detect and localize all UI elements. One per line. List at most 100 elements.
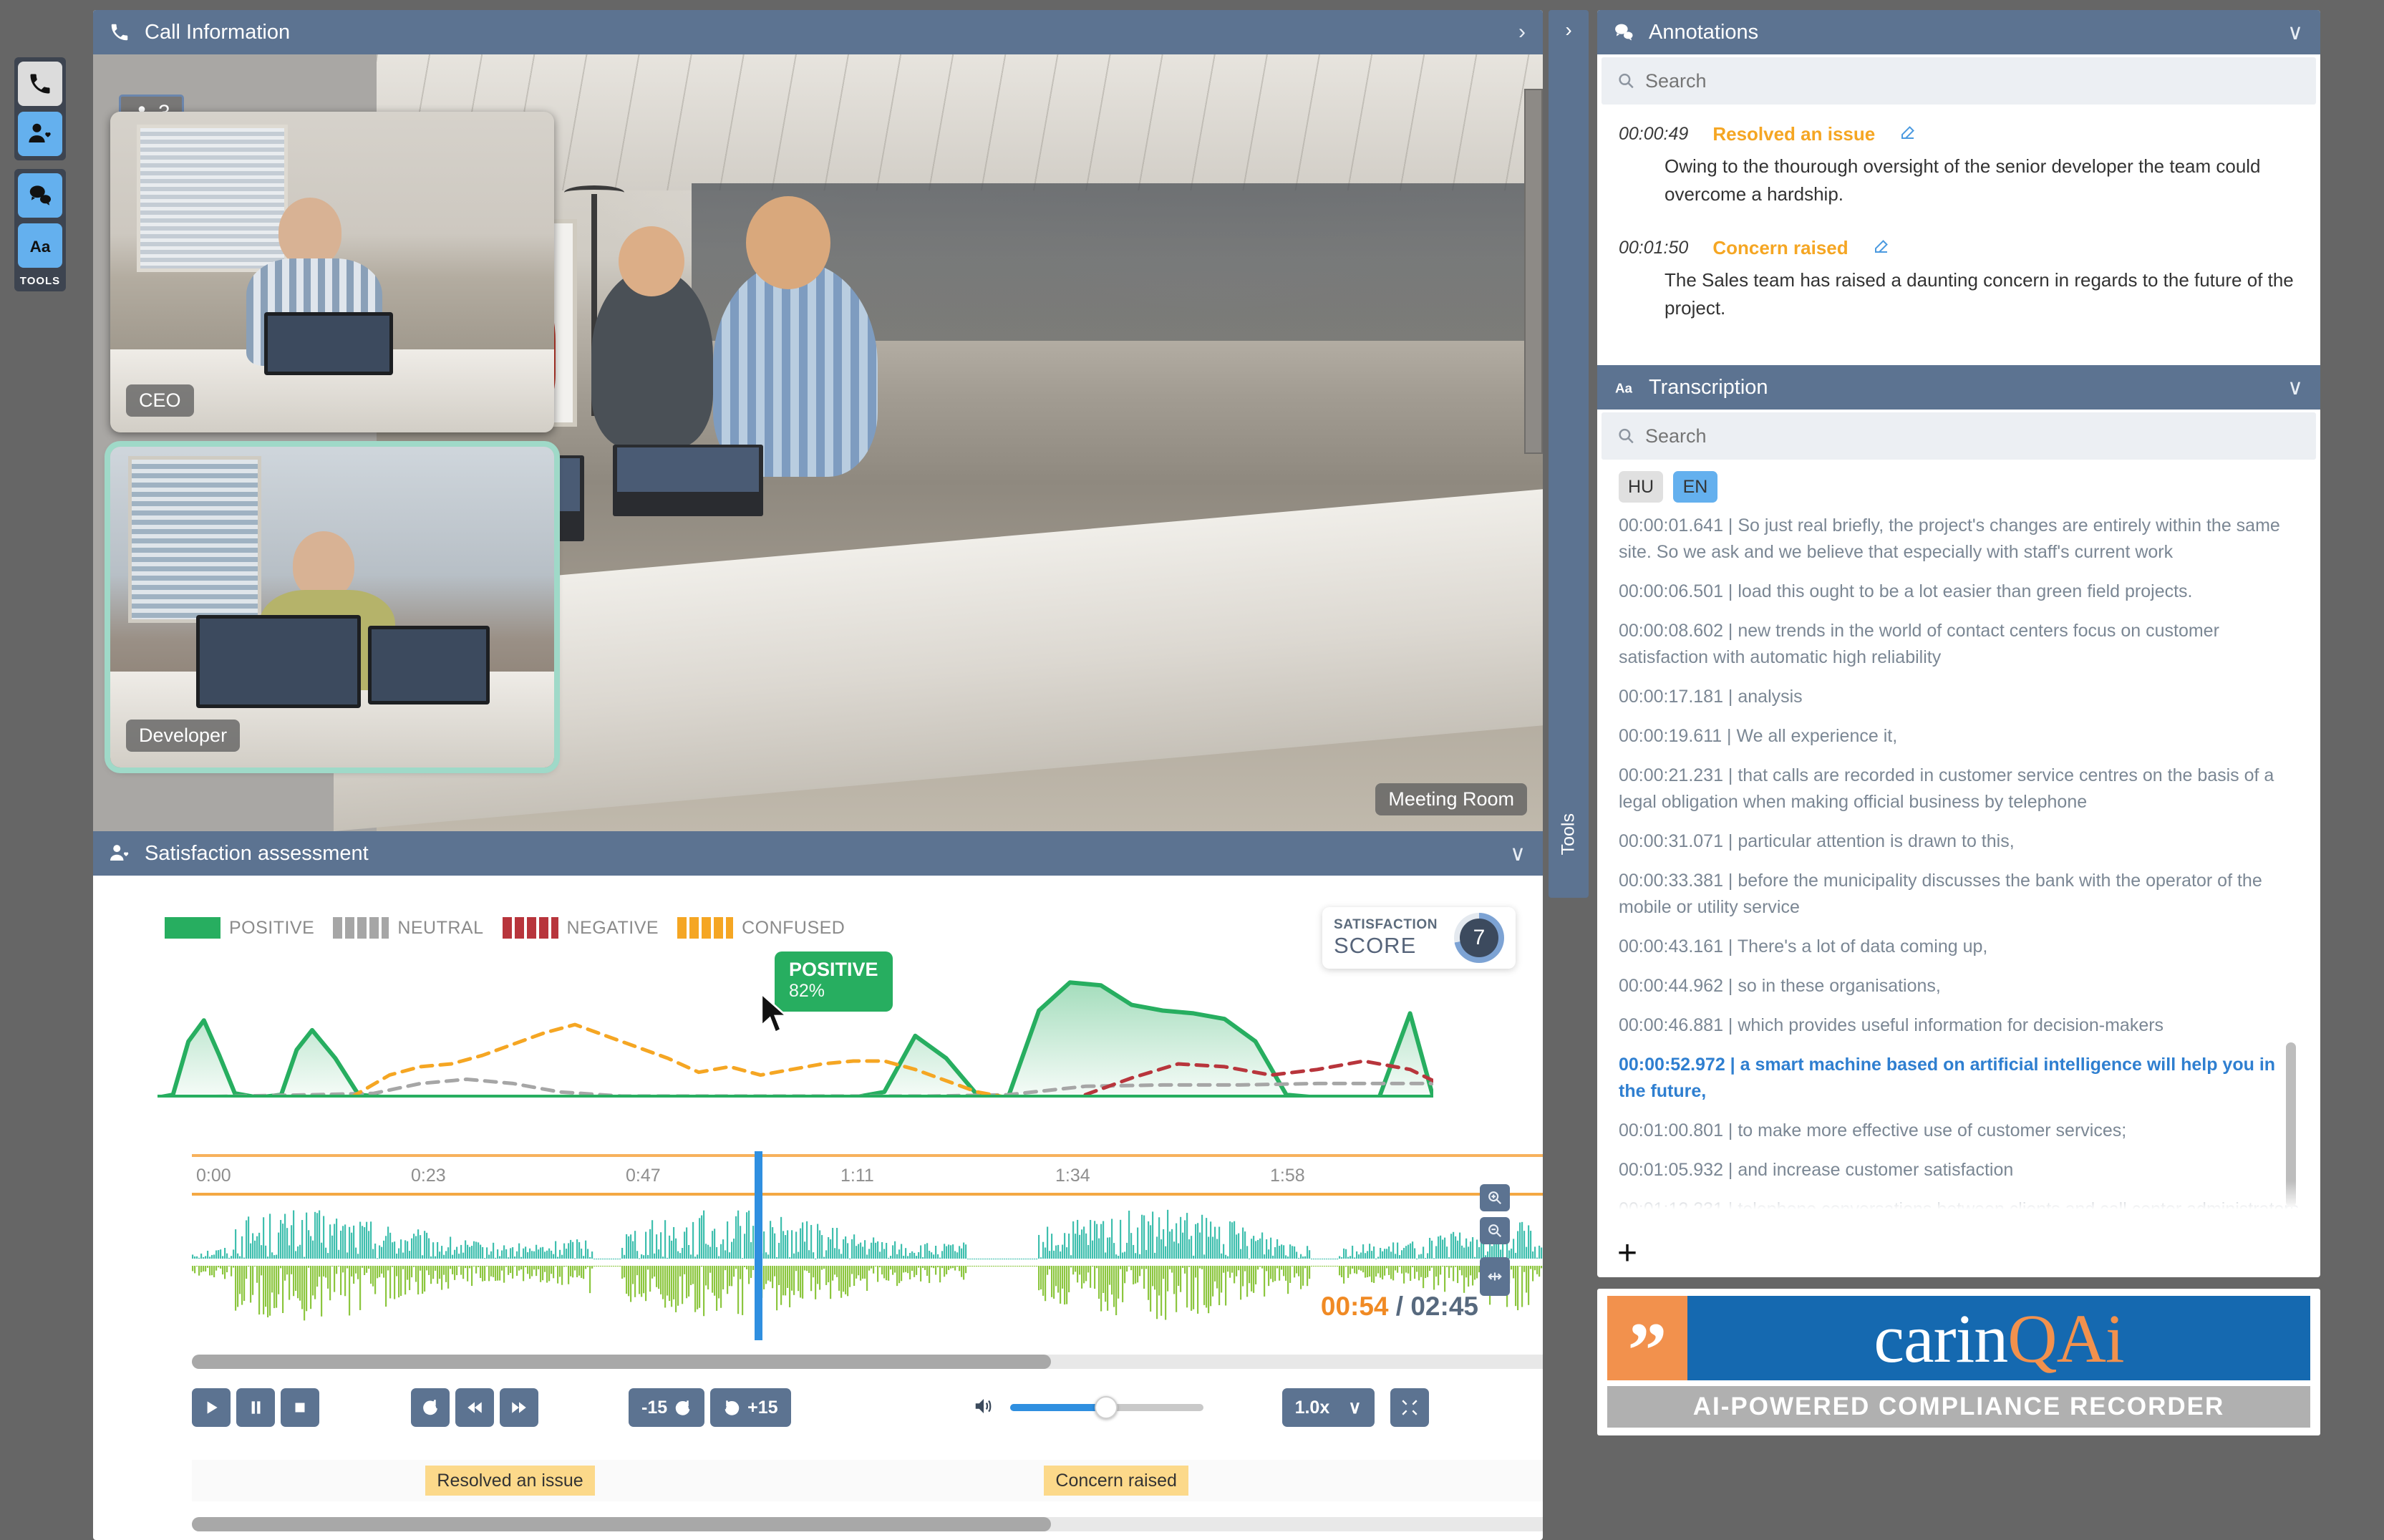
playhead[interactable] xyxy=(755,1151,762,1340)
transcription-line[interactable]: 00:00:33.381 | before the municipality d… xyxy=(1619,868,2303,921)
waveform-bar xyxy=(282,1224,284,1259)
waveform-bar xyxy=(772,1227,774,1259)
transcription-line[interactable]: 00:00:52.972 | a smart machine based on … xyxy=(1619,1052,2303,1105)
waveform-bar xyxy=(1476,1239,1478,1259)
language-button-en[interactable]: EN xyxy=(1673,471,1717,503)
add-transcription-button[interactable]: + xyxy=(1617,1236,1637,1270)
zoom-out-button[interactable] xyxy=(1480,1217,1510,1244)
fullscreen-button[interactable] xyxy=(1390,1388,1429,1427)
waveform-bar xyxy=(987,1266,989,1267)
transcription-line[interactable]: 00:00:01.641 | So just real briefly, the… xyxy=(1619,513,2303,566)
waveform-bar xyxy=(1135,1266,1137,1284)
waveform-bar xyxy=(774,1266,776,1277)
waveform-bar xyxy=(1154,1266,1156,1290)
annotation-scrollbar[interactable] xyxy=(192,1517,1543,1531)
waveform-bar xyxy=(372,1266,374,1287)
waveform-bar xyxy=(205,1266,207,1272)
transcription-icon-button[interactable]: Aa xyxy=(18,223,62,268)
waveform-bar xyxy=(746,1266,748,1269)
waveform-bar xyxy=(555,1266,557,1267)
waveform-bar xyxy=(1135,1253,1137,1259)
annotations-search-row[interactable] xyxy=(1602,57,2316,105)
video-thumbnail-developer[interactable]: Developer xyxy=(110,447,554,767)
transcription-line[interactable]: 00:01:05.932 | and increase customer sat… xyxy=(1619,1157,2303,1183)
expand-horizontal-button[interactable] xyxy=(1480,1257,1510,1296)
loop-button[interactable] xyxy=(411,1388,450,1427)
edit-annotation-button[interactable] xyxy=(1899,124,1917,145)
transcription-line[interactable]: 00:00:06.501 | load this ought to be a l… xyxy=(1619,578,2303,605)
scrollbar-thumb[interactable] xyxy=(192,1355,1051,1369)
skip-back-15-button[interactable]: -15 xyxy=(629,1388,705,1427)
collapse-transcription-icon[interactable]: ∨ xyxy=(2287,375,2303,400)
annotations-icon-button[interactable] xyxy=(18,173,62,218)
collapse-satisfaction-icon[interactable]: ∨ xyxy=(1510,841,1526,866)
waveform-bar xyxy=(1347,1266,1350,1278)
volume-slider[interactable] xyxy=(1009,1396,1203,1419)
waveform-bar xyxy=(939,1266,941,1283)
annotation-marker[interactable]: Resolved an issue xyxy=(425,1466,595,1496)
playback-speed-select[interactable]: 1.0x ∨ xyxy=(1281,1388,1375,1427)
volume-knob[interactable] xyxy=(1094,1396,1118,1419)
transport-group xyxy=(192,1388,319,1427)
annotations-search-input[interactable] xyxy=(1644,69,2300,92)
waveform-bar xyxy=(939,1257,941,1259)
transcription-line[interactable]: 00:00:46.881 | which provides useful inf… xyxy=(1619,1012,2303,1039)
waveform-bar xyxy=(1450,1266,1453,1268)
volume-icon[interactable] xyxy=(971,1395,996,1420)
forward-button[interactable] xyxy=(500,1388,538,1427)
playback-controls: -15 +15 1.0x ∨ xyxy=(192,1381,1543,1434)
annotation-timeline-track[interactable]: Resolved an issue Concern raised xyxy=(192,1460,1543,1501)
waveform-bar xyxy=(847,1266,849,1297)
video-scrollbar[interactable] xyxy=(1524,89,1543,454)
waveform-bar xyxy=(656,1234,658,1259)
transcription-line[interactable]: 00:00:08.602 | new trends in the world o… xyxy=(1619,618,2303,671)
tools-divider[interactable]: › Tools xyxy=(1549,10,1589,898)
transcription-line[interactable]: 00:00:44.962 | so in these organisations… xyxy=(1619,973,2303,999)
language-button-hu[interactable]: HU xyxy=(1619,471,1663,503)
skip-forward-15-button[interactable]: +15 xyxy=(710,1388,791,1427)
edit-annotation-button[interactable] xyxy=(1873,238,1890,258)
collapse-annotations-icon[interactable]: ∨ xyxy=(2287,20,2303,45)
annotation-item[interactable]: 00:00:49 Resolved an issue Owing to the … xyxy=(1619,123,2299,208)
annotation-text: The Sales team has raised a daunting con… xyxy=(1665,269,2294,319)
video-area[interactable]: Meeting Room 3 CEO Developer xyxy=(93,54,1543,831)
expand-tools-icon[interactable]: › xyxy=(1549,10,1589,42)
play-button[interactable] xyxy=(192,1388,231,1427)
waveform-bar xyxy=(458,1254,460,1259)
transcription-search-row[interactable] xyxy=(1602,412,2316,460)
transcription-line[interactable]: 00:00:19.611 | We all experience it, xyxy=(1619,723,2303,750)
waveform-bar xyxy=(1077,1219,1079,1259)
transcription-line[interactable]: 00:00:31.071 | particular attention is d… xyxy=(1619,828,2303,855)
transcription-line[interactable]: 00:00:43.161 | There's a lot of data com… xyxy=(1619,934,2303,960)
scrollbar-thumb[interactable] xyxy=(192,1517,1051,1531)
phone-icon-button[interactable] xyxy=(18,62,62,106)
waveform-bar xyxy=(804,1266,806,1271)
timeline-scrollbar[interactable] xyxy=(192,1355,1543,1369)
monitor xyxy=(196,615,361,708)
pause-button[interactable] xyxy=(236,1388,275,1427)
waveform-bar xyxy=(1075,1266,1077,1272)
waveform-bar xyxy=(1034,1266,1036,1267)
waveform-bar xyxy=(1294,1246,1296,1259)
transcription-list[interactable]: 00:00:01.641 | So just real briefly, the… xyxy=(1619,513,2303,1221)
transcription-line[interactable]: 00:00:21.231 | that calls are recorded i… xyxy=(1619,762,2303,815)
stop-button[interactable] xyxy=(281,1388,319,1427)
transcription-line[interactable]: 00:00:17.181 | analysis xyxy=(1619,684,2303,710)
waveform-bar xyxy=(716,1246,718,1259)
collapse-call-panel-icon[interactable]: › xyxy=(1518,20,1526,44)
waveform-bar xyxy=(1259,1266,1261,1267)
waveform-bar xyxy=(456,1266,458,1276)
transcription-search-input[interactable] xyxy=(1644,425,2300,447)
waveform-bar xyxy=(1053,1266,1055,1299)
user-satisfaction-icon-button[interactable] xyxy=(18,112,62,156)
timeline-ruler[interactable]: 0:00 0:23 0:47 1:11 1:34 1:58 xyxy=(192,1154,1543,1196)
annotation-marker[interactable]: Concern raised xyxy=(1044,1466,1188,1496)
zoom-in-button[interactable] xyxy=(1480,1184,1510,1211)
waveform-bar xyxy=(1322,1266,1324,1267)
transcription-line[interactable]: 00:01:00.801 | to make more effective us… xyxy=(1619,1118,2303,1144)
annotation-item[interactable]: 00:01:50 Concern raised The Sales team h… xyxy=(1619,237,2299,322)
waveform-bar xyxy=(1332,1266,1334,1267)
waveform-bar xyxy=(1141,1266,1143,1269)
rewind-button[interactable] xyxy=(455,1388,494,1427)
video-thumbnail-ceo[interactable]: CEO xyxy=(110,112,554,432)
